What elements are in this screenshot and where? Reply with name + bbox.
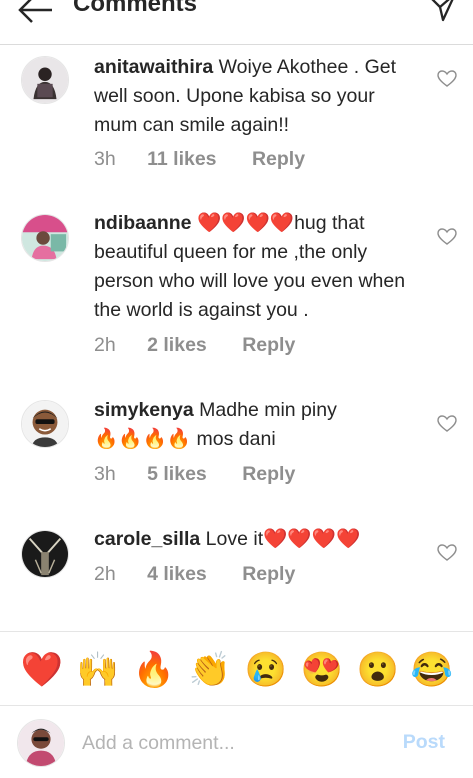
emoji-surprised-button[interactable]: 😮 [356, 650, 400, 690]
comment-body-continued: mos dani [196, 428, 276, 450]
comment-meta: 2h 4 likes Reply [94, 563, 325, 586]
like-heart-icon[interactable] [437, 544, 457, 562]
like-heart-icon[interactable] [437, 415, 457, 433]
emoji-crying-button[interactable]: 😢 [244, 650, 288, 690]
comment-time: 3h [94, 148, 116, 170]
comment-emoji: 🔥🔥🔥🔥 [94, 428, 192, 450]
comment-emoji: ❤️❤️❤️❤️ [196, 212, 295, 234]
comment-username[interactable]: anitawaithira [94, 56, 213, 78]
emoji-fire-button[interactable]: 🔥 [132, 650, 176, 690]
comment-meta: 2h 2 likes Reply [94, 334, 325, 357]
emoji-raised-hands-button[interactable]: 🙌 [76, 650, 120, 690]
comment-likes[interactable]: 11 likes [147, 148, 216, 170]
reply-button[interactable]: Reply [242, 463, 295, 485]
avatar[interactable] [21, 214, 69, 262]
comment-text: carole_silla Love it❤️❤️❤️❤️ [94, 525, 414, 554]
comment-time: 3h [94, 463, 116, 485]
emoji-laughing-button[interactable]: 😂 [410, 650, 454, 690]
current-user-avatar [17, 719, 65, 767]
comment-body: Love it [205, 528, 264, 550]
reply-button[interactable]: Reply [242, 563, 295, 585]
comment-input[interactable]: Add a comment... [82, 732, 235, 755]
comment-emoji: ❤️❤️❤️❤️ [263, 528, 361, 550]
post-button[interactable]: Post [403, 731, 445, 754]
comment-likes[interactable]: 4 likes [147, 563, 207, 585]
comment-likes[interactable]: 5 likes [147, 463, 207, 485]
comment-username[interactable]: ndibaanne [94, 212, 192, 234]
like-heart-icon[interactable] [437, 228, 457, 246]
avatar[interactable] [21, 56, 69, 104]
comment-username[interactable]: carole_silla [94, 528, 200, 550]
emoji-clap-button[interactable]: 👏 [188, 650, 232, 690]
emoji-heart-eyes-button[interactable]: 😍 [300, 650, 344, 690]
comment-text: anitawaithira Woiye Akothee . Get well s… [94, 53, 414, 140]
emoji-heart-button[interactable]: ❤️ [20, 650, 64, 690]
comment-meta: 3h 11 likes Reply [94, 148, 335, 171]
reply-button[interactable]: Reply [242, 334, 295, 356]
avatar[interactable] [21, 530, 69, 578]
comment-compose-bar: Add a comment... Post [0, 705, 473, 778]
top-bar: Comments [0, 0, 473, 45]
comment-time: 2h [94, 334, 116, 356]
avatar[interactable] [21, 400, 69, 448]
comment-text: ndibaanne ❤️❤️❤️❤️hug that beautiful que… [94, 209, 414, 325]
comment-meta: 3h 5 likes Reply [94, 463, 325, 486]
comment-time: 2h [94, 563, 116, 585]
send-icon[interactable] [425, 0, 459, 24]
comment-body: Madhe min piny [199, 399, 337, 421]
like-heart-icon[interactable] [437, 70, 457, 88]
arrow-left-icon[interactable] [16, 0, 56, 28]
emoji-reaction-bar: ❤️ 🙌 🔥 👏 😢 😍 😮 😂 [0, 631, 473, 707]
reply-button[interactable]: Reply [252, 148, 305, 170]
page-title: Comments [73, 0, 198, 17]
comment-username[interactable]: simykenya [94, 399, 194, 421]
comment-text: simykenya Madhe min piny 🔥🔥🔥🔥 mos dani [94, 396, 414, 454]
comment-likes[interactable]: 2 likes [147, 334, 207, 356]
